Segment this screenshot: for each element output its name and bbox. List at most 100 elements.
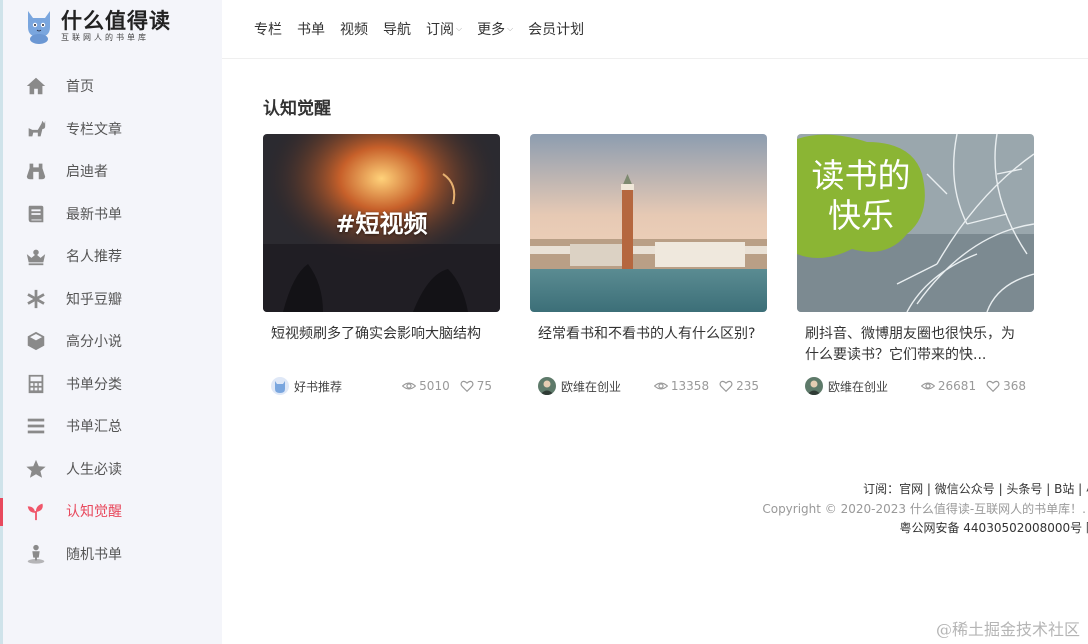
footer-links[interactable]: 订阅：官网 | 微信公众号 | 头条号 | B站 | 小 — [762, 480, 1088, 500]
sprout-icon — [23, 498, 49, 524]
article-card[interactable]: 经常看书和不看书的人有什么区别? 欧维在创业 13358 235 — [530, 134, 767, 396]
eye-icon — [653, 382, 668, 390]
sidebar-item-label: 书单汇总 — [66, 419, 122, 436]
person-icon — [23, 541, 49, 567]
sidebar-item-home[interactable]: 首页 — [3, 65, 222, 108]
eye-icon — [402, 382, 417, 390]
article-meta: 欧维在创业 13358 235 — [538, 376, 759, 396]
footer-icp[interactable]: 粤公网安备 44030502008000号 陕 — [762, 519, 1088, 539]
heart-icon — [986, 380, 1000, 393]
topnav-label: 专栏 — [254, 22, 282, 38]
sidebar-item-label: 认知觉醒 — [66, 504, 122, 521]
topnav-navigation[interactable]: 导航 — [383, 19, 411, 39]
sidebar-item-label: 人生必读 — [66, 461, 122, 478]
overlay-line: 快乐 — [828, 196, 894, 235]
chevron-down-icon: ⌵ — [507, 24, 514, 33]
topnav-videos[interactable]: 视频 — [340, 19, 368, 39]
logo-title: 什么值得读 — [61, 9, 171, 33]
binoculars-icon — [23, 158, 49, 184]
sidebar-item-cognitive-awakening[interactable]: 认知觉醒 — [0, 490, 222, 533]
thumbnail-overlay-text: 读书的 快乐 — [797, 156, 925, 236]
avatar[interactable] — [271, 377, 289, 395]
eye-icon — [920, 382, 935, 390]
topnav-label: 导航 — [383, 22, 411, 38]
sidebar-item-label: 专栏文章 — [66, 121, 122, 138]
sidebar-item-label: 高分小说 — [66, 334, 122, 351]
asterisk-icon — [23, 286, 49, 312]
sidebar-item-summary[interactable]: 书单汇总 — [3, 405, 222, 448]
sidebar-item-zhihu-douban[interactable]: 知乎豆瓣 — [3, 278, 222, 321]
author-name[interactable]: 好书推荐 — [294, 378, 342, 395]
top-nav: 专栏 书单 视频 导航 订阅 ⌵ 更多 ⌵ 会员计划 — [222, 0, 1088, 59]
like-count-value: 368 — [1003, 379, 1026, 393]
article-card[interactable]: #短视频 短视频刷多了确实会影响大脑结构 好书推荐 5010 75 — [263, 134, 500, 396]
sidebar-item-label: 知乎豆瓣 — [66, 291, 122, 308]
cube-icon — [23, 328, 49, 354]
home-icon — [23, 73, 49, 99]
article-title[interactable]: 短视频刷多了确实会影响大脑结构 — [271, 324, 492, 366]
thumbnail-overlay-text: #短视频 — [335, 210, 428, 238]
view-count-value: 26681 — [937, 379, 977, 393]
sidebar-item-label: 首页 — [66, 79, 94, 96]
sidebar-item-label: 启迪者 — [66, 164, 108, 181]
topnav-booklists[interactable]: 书单 — [297, 19, 325, 39]
article-meta: 好书推荐 5010 75 — [271, 376, 492, 396]
calculator-icon — [23, 371, 49, 397]
like-count-value: 235 — [736, 379, 759, 393]
list-icon — [23, 413, 49, 439]
sidebar-item-label: 书单分类 — [66, 376, 122, 393]
sidebar: 什么值得读 互联网人的书单库 首页 专栏文章 启迪者 最新书单 名人推荐 知乎豆… — [0, 0, 222, 644]
sidebar-item-label: 随机书单 — [66, 546, 122, 563]
sidebar-item-column-articles[interactable]: 专栏文章 — [3, 108, 222, 151]
chevron-down-icon: ⌵ — [456, 24, 463, 33]
topnav-label: 会员计划 — [528, 22, 585, 38]
like-count-value: 75 — [476, 379, 492, 393]
watermark: @稀土掘金技术社区 — [935, 620, 1080, 639]
sidebar-item-random[interactable]: 随机书单 — [3, 533, 222, 576]
heart-icon — [719, 380, 733, 393]
crown-icon — [23, 243, 49, 269]
sidebar-nav: 首页 专栏文章 启迪者 最新书单 名人推荐 知乎豆瓣 高分小说 书单分类 书单汇… — [0, 65, 222, 576]
author-name[interactable]: 欧维在创业 — [561, 378, 621, 395]
topnav-label: 更多 — [477, 22, 506, 38]
avatar[interactable] — [805, 377, 823, 395]
sidebar-item-must-read[interactable]: 人生必读 — [3, 448, 222, 491]
cat-logo-icon — [28, 11, 50, 44]
view-count: 13358 — [653, 379, 710, 393]
site-logo[interactable]: 什么值得读 互联网人的书单库 — [25, 6, 171, 46]
topnav-subscribe[interactable]: 订阅 ⌵ — [426, 19, 462, 39]
topnav-more[interactable]: 更多 ⌵ — [477, 19, 513, 39]
like-count[interactable]: 75 — [460, 379, 492, 393]
heart-icon — [460, 380, 474, 393]
article-title[interactable]: 刷抖音、微博朋友圈也很快乐，为什么要读书？它们带来的快... — [805, 324, 1026, 366]
sidebar-item-categories[interactable]: 书单分类 — [3, 363, 222, 406]
app-root: 什么值得读 互联网人的书单库 首页 专栏文章 启迪者 最新书单 名人推荐 知乎豆… — [0, 0, 1088, 644]
view-count-value: 13358 — [670, 379, 710, 393]
avatar[interactable] — [538, 377, 556, 395]
footer-copyright: Copyright © 2020-2023 什么值得读-互联网人的书单库！. A — [762, 501, 1088, 516]
overlay-line: 读书的 — [811, 156, 911, 195]
article-thumbnail[interactable]: 读书的 快乐 — [797, 134, 1034, 312]
page-title: 认知觉醒 — [263, 99, 331, 119]
sidebar-item-enlighteners[interactable]: 启迪者 — [3, 150, 222, 193]
footer: 订阅：官网 | 微信公众号 | 头条号 | B站 | 小 Copyright ©… — [762, 480, 1088, 539]
article-title[interactable]: 经常看书和不看书的人有什么区别? — [538, 324, 759, 366]
view-count: 26681 — [920, 379, 977, 393]
author-name[interactable]: 欧维在创业 — [828, 378, 888, 395]
sidebar-item-latest-booklists[interactable]: 最新书单 — [3, 193, 222, 236]
logo-subtitle: 互联网人的书单库 — [61, 33, 149, 42]
topnav-membership[interactable]: 会员计划 — [528, 19, 584, 39]
cat-icon — [23, 116, 49, 142]
sidebar-item-celebrity[interactable]: 名人推荐 — [3, 235, 222, 278]
article-thumbnail[interactable] — [530, 134, 767, 312]
view-count-value: 5010 — [419, 379, 450, 393]
book-icon — [23, 201, 49, 227]
view-count: 5010 — [402, 379, 450, 393]
article-card[interactable]: 读书的 快乐 刷抖音、微博朋友圈也很快乐，为什么要读书？它们带来的快... 欧维… — [797, 134, 1034, 396]
topnav-columns[interactable]: 专栏 — [254, 19, 282, 39]
article-thumbnail[interactable]: #短视频 — [263, 134, 500, 312]
like-count[interactable]: 368 — [986, 379, 1026, 393]
sidebar-item-novels[interactable]: 高分小说 — [3, 320, 222, 363]
like-count[interactable]: 235 — [719, 379, 759, 393]
topnav-label: 书单 — [297, 22, 325, 38]
